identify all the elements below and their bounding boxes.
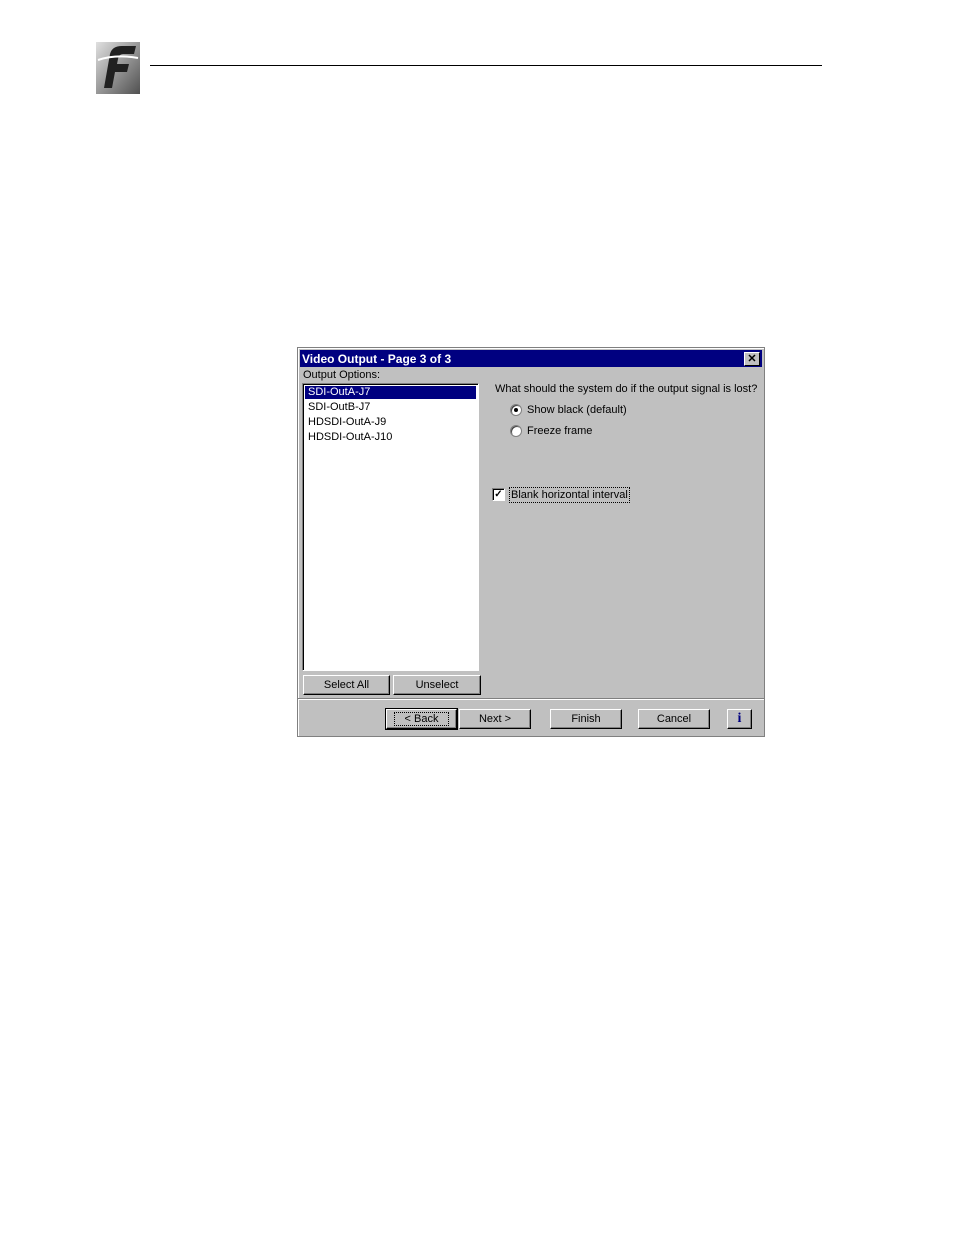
select-all-button[interactable]: Select All — [303, 675, 390, 695]
signal-lost-question: What should the system do if the output … — [495, 383, 758, 395]
cancel-label: Cancel — [656, 713, 692, 725]
select-all-label: Select All — [323, 679, 370, 691]
header-rule — [150, 65, 822, 66]
info-button[interactable]: i — [727, 709, 752, 729]
list-item-hdsdi-outa-j9[interactable]: HDSDI-OutA-J9 — [305, 416, 476, 429]
checkmark-icon[interactable]: ✓ — [492, 488, 505, 501]
dialog-titlebar: Video Output - Page 3 of 3 ✕ — [300, 350, 762, 367]
unselect-label: Unselect — [415, 679, 459, 691]
radio-show-black-label: Show black (default) — [527, 404, 627, 416]
cancel-button[interactable]: Cancel — [638, 709, 710, 729]
next-button[interactable]: Next > — [459, 709, 531, 729]
radio-freeze-frame-label: Freeze frame — [527, 425, 593, 437]
output-options-label: Output Options: — [303, 369, 381, 381]
company-logo-icon — [96, 42, 140, 94]
list-item-hdsdi-outa-j10[interactable]: HDSDI-OutA-J10 — [305, 431, 476, 444]
button-bar-separator — [298, 698, 764, 700]
next-label: Next > — [478, 713, 512, 725]
close-button[interactable]: ✕ — [744, 352, 760, 366]
radio-selected-icon[interactable] — [510, 404, 522, 416]
list-item-sdi-outa-j7[interactable]: SDI-OutA-J7 — [305, 386, 476, 399]
close-icon: ✕ — [747, 353, 757, 365]
back-label: < Back — [393, 712, 450, 726]
radio-unselected-icon[interactable] — [510, 425, 522, 437]
back-button[interactable]: < Back — [385, 708, 458, 730]
output-options-list[interactable]: SDI-OutA-J7 SDI-OutB-J7 HDSDI-OutA-J9 HD… — [302, 383, 479, 671]
dialog-title: Video Output - Page 3 of 3 — [302, 352, 452, 366]
finish-label: Finish — [571, 713, 601, 725]
video-output-dialog: Video Output - Page 3 of 3 ✕ Output Opti… — [297, 347, 765, 737]
blank-horizontal-interval-label: Blank horizontal interval — [509, 487, 630, 503]
finish-button[interactable]: Finish — [550, 709, 622, 729]
info-icon: i — [737, 711, 742, 726]
unselect-button[interactable]: Unselect — [393, 675, 481, 695]
list-item-sdi-outb-j7[interactable]: SDI-OutB-J7 — [305, 401, 476, 414]
